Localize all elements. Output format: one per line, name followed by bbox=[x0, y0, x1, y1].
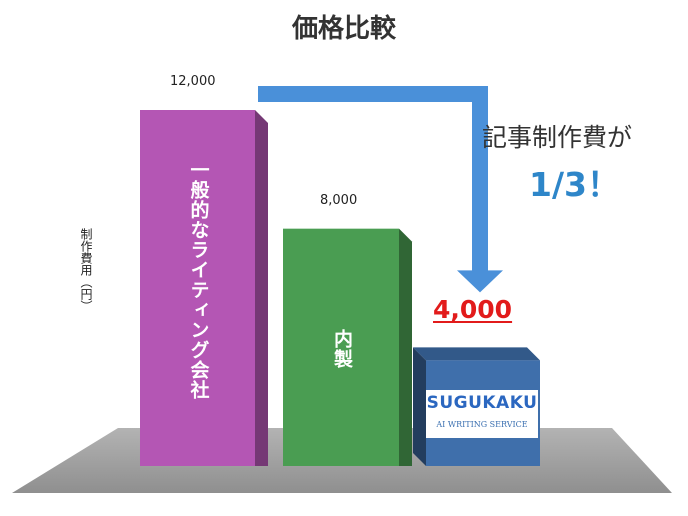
bar-label-general: 一般的なライティング会社 bbox=[187, 160, 210, 400]
logo-name: SUGUKAKU bbox=[426, 393, 538, 413]
callout-ratio: 1/3！ bbox=[529, 165, 620, 204]
value-label-sugukaku: 4,000 bbox=[433, 295, 513, 325]
sugukaku-logo: SUGUKAKU AI WRITING SERVICE bbox=[426, 390, 538, 438]
y-axis-label: 制作費用（円） bbox=[79, 228, 93, 312]
bar-sugukaku-side bbox=[413, 347, 426, 466]
logo-tagline: AI WRITING SERVICE bbox=[436, 420, 528, 429]
bar-label-inhouse: 内製 bbox=[331, 328, 353, 369]
value-label-inhouse: 8,000 bbox=[320, 192, 358, 208]
chart-title: 価格比較 bbox=[291, 14, 396, 44]
bar-sugukaku-top bbox=[413, 347, 540, 361]
chart-svg bbox=[12, 86, 672, 493]
callout-text: 記事制作費が bbox=[482, 123, 633, 152]
chart-area: 価格比較 制作費用（円） 12,000 8,000 4,000 一般的なライティ… bbox=[0, 0, 688, 516]
bar-inhouse-side bbox=[399, 228, 412, 466]
value-label-general: 12,000 bbox=[170, 74, 216, 89]
bar-general-side bbox=[255, 110, 268, 466]
